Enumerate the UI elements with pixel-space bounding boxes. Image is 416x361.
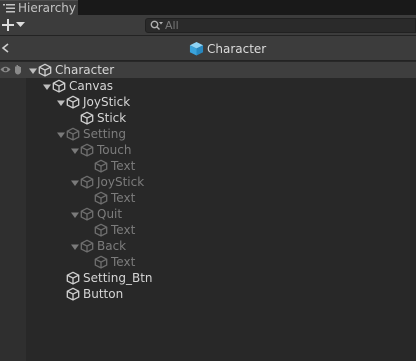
no-arrow-spacer [70,113,80,123]
visibility-column [0,78,26,361]
hierarchy-item-label: Text [111,191,136,205]
add-button[interactable] [2,17,28,33]
gameobject-cube-icon [80,111,94,125]
prefab-title-text: Character [207,41,267,56]
hierarchy-item-label: Touch [97,143,132,157]
expand-arrow-icon[interactable] [70,145,80,155]
hierarchy-item-label: Setting [83,127,126,141]
hierarchy-item[interactable]: Button [56,286,123,302]
gameobject-cube-icon [66,287,80,301]
gameobject-cube-icon [94,159,108,173]
hierarchy-item-label: Back [97,239,127,253]
pick-hand-icon[interactable] [13,64,24,75]
hierarchy-item[interactable]: JoyStick [70,174,144,190]
hierarchy-item[interactable]: Character [28,62,114,78]
back-arrow-icon[interactable] [0,41,12,55]
hierarchy-item[interactable]: Text [84,254,135,270]
expand-arrow-icon[interactable] [56,97,66,107]
expand-arrow-icon[interactable] [70,241,80,251]
hierarchy-item[interactable]: Touch [70,142,131,158]
gameobject-cube-icon [52,79,66,93]
hierarchy-item-label: Quit [97,207,123,221]
no-arrow-spacer [56,273,66,283]
eye-icon[interactable] [0,65,11,74]
no-arrow-spacer [84,193,94,203]
search-input[interactable] [163,19,405,32]
gameobject-cube-icon [80,207,94,221]
hierarchy-item[interactable]: Text [84,190,135,206]
no-arrow-spacer [84,257,94,267]
hierarchy-item-label: Canvas [69,79,114,93]
gameobject-cube-icon [94,223,108,237]
hierarchy-item[interactable]: Text [84,222,135,238]
expand-arrow-icon[interactable] [42,81,52,91]
search-icon [150,20,163,30]
hierarchy-item-label: Button [83,287,124,301]
gameobject-cube-icon [80,175,94,189]
tab-label: Hierarchy [18,0,77,15]
hierarchy-item[interactable]: Quit [70,206,122,222]
gameobject-cube-icon [80,239,94,253]
hierarchy-item[interactable]: Setting_Btn [56,270,153,286]
expand-arrow-icon[interactable] [70,177,80,187]
hierarchy-item[interactable]: Text [84,158,135,174]
gameobject-cube-icon [66,127,80,141]
gameobject-cube-icon [94,255,108,269]
gameobject-cube-icon [94,191,108,205]
gameobject-cube-icon [66,95,80,109]
prefab-header: Character [0,36,416,61]
search-field[interactable] [145,18,416,33]
list-icon [3,3,15,12]
toolbar [0,15,416,36]
hierarchy-item[interactable]: Back [70,238,126,254]
hierarchy-item-label: Text [111,223,136,237]
tab-hierarchy[interactable]: Hierarchy [0,0,78,15]
tab-bar: Hierarchy [0,0,416,15]
expand-arrow-icon[interactable] [56,129,66,139]
gameobject-cube-icon [66,271,80,285]
prefab-title: Character [189,40,266,57]
hierarchy-item[interactable]: Setting [56,126,126,142]
expand-arrow-icon[interactable] [28,65,38,75]
no-arrow-spacer [56,289,66,299]
no-arrow-spacer [84,161,94,171]
prefab-cube-icon [189,41,204,56]
no-arrow-spacer [84,225,94,235]
plus-icon [2,19,14,31]
hierarchy-item[interactable]: JoyStick [56,94,130,110]
gameobject-cube-icon [80,143,94,157]
gameobject-cube-icon [38,63,52,77]
hierarchy-item-label: Stick [97,111,127,125]
hierarchy-item-label: Character [55,63,115,77]
hierarchy-item[interactable]: Stick [70,110,126,126]
hierarchy-item-label: Text [111,255,136,269]
hierarchy-item-label: Setting_Btn [83,271,153,285]
hierarchy-item-label: Text [111,159,136,173]
expand-arrow-icon[interactable] [70,209,80,219]
hierarchy-item-label: JoyStick [97,175,145,189]
hierarchy-item[interactable]: Canvas [42,78,113,94]
chevron-down-icon [16,22,25,27]
hierarchy-item-label: JoyStick [83,95,131,109]
